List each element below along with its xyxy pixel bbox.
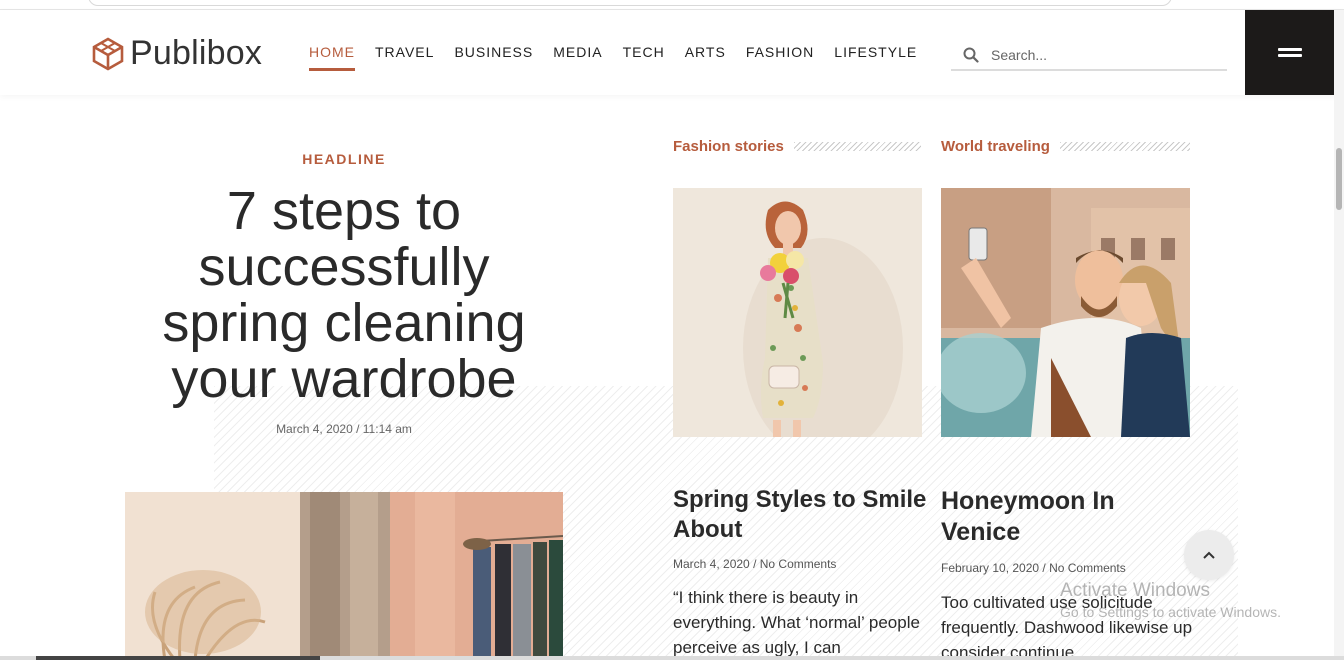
wardrobe-photo: [125, 492, 563, 660]
site-logo[interactable]: Publibox: [90, 34, 262, 73]
headline-image[interactable]: [125, 492, 563, 660]
couple-selfie-photo: [941, 188, 1190, 437]
card-image-fashion[interactable]: [673, 188, 922, 437]
address-bar[interactable]: [88, 0, 1172, 6]
card-image-travel[interactable]: [941, 188, 1190, 437]
hamburger-icon: [1277, 45, 1302, 60]
category-label[interactable]: World traveling: [941, 138, 1050, 155]
main-nav: HOME TRAVEL BUSINESS MEDIA TECH ARTS FAS…: [309, 44, 937, 71]
headline-date: March 4, 2020 / 11:14 am: [276, 422, 412, 436]
watermark-line-1: Activate Windows: [1060, 580, 1210, 601]
card-title-travel[interactable]: Honeymoon In Venice: [941, 486, 1191, 548]
card-category-travel: World traveling: [941, 136, 1190, 156]
headline-kicker: HEADLINE: [302, 151, 386, 167]
card-category-fashion: Fashion stories: [673, 136, 921, 156]
headline-title[interactable]: 7 steps to successfully spring cleaning …: [126, 183, 562, 407]
category-stripes: [793, 141, 921, 151]
category-stripes: [1059, 141, 1190, 151]
card-title-fashion[interactable]: Spring Styles to Smile About: [673, 485, 933, 545]
nav-item-fashion[interactable]: FASHION: [746, 44, 814, 71]
page-scrollbar[interactable]: [1334, 10, 1344, 660]
windows-activation-watermark: Activate Windows Go to Settings to activ…: [1060, 580, 1281, 620]
nav-item-home[interactable]: HOME: [309, 44, 355, 71]
nav-item-travel[interactable]: TRAVEL: [375, 44, 434, 71]
search-input[interactable]: [991, 46, 1211, 63]
scrollbar-thumb[interactable]: [1336, 148, 1342, 210]
card-meta-fashion: March 4, 2020 / No Comments: [673, 557, 836, 571]
chevron-up-icon: [1203, 551, 1215, 559]
nav-item-tech[interactable]: TECH: [623, 44, 665, 71]
card-date: March 4, 2020: [673, 557, 750, 571]
browser-address-strip: [0, 0, 1344, 10]
search-icon[interactable]: [963, 47, 979, 63]
comments-link[interactable]: No Comments: [760, 557, 837, 571]
page: Publibox HOME TRAVEL BUSINESS MEDIA TECH…: [0, 0, 1344, 660]
fashion-woman-photo: [673, 188, 922, 437]
back-to-top-button[interactable]: [1184, 530, 1234, 580]
card-excerpt-fashion: “I think there is beauty in everything. …: [673, 588, 920, 657]
site-header: Publibox HOME TRAVEL BUSINESS MEDIA TECH…: [0, 10, 1344, 95]
menu-button[interactable]: [1245, 10, 1334, 95]
meta-separator: /: [753, 557, 760, 571]
card-date: February 10, 2020: [941, 561, 1040, 575]
bottom-bar-segment: [36, 656, 320, 660]
category-label[interactable]: Fashion stories: [673, 138, 784, 155]
card-meta-travel: February 10, 2020 / No Comments: [941, 561, 1126, 575]
watermark-line-2: Go to Settings to activate Windows.: [1060, 604, 1281, 620]
logo-cube-icon: [92, 37, 124, 70]
search-box: [951, 40, 1227, 71]
comments-link[interactable]: No Comments: [1049, 561, 1126, 575]
nav-item-business[interactable]: BUSINESS: [454, 44, 533, 71]
nav-item-lifestyle[interactable]: LIFESTYLE: [834, 44, 917, 71]
logo-text: Publibox: [130, 34, 263, 72]
nav-item-arts[interactable]: ARTS: [685, 44, 726, 71]
nav-item-media[interactable]: MEDIA: [553, 44, 602, 71]
bottom-taskbar-edge: [0, 656, 1344, 660]
